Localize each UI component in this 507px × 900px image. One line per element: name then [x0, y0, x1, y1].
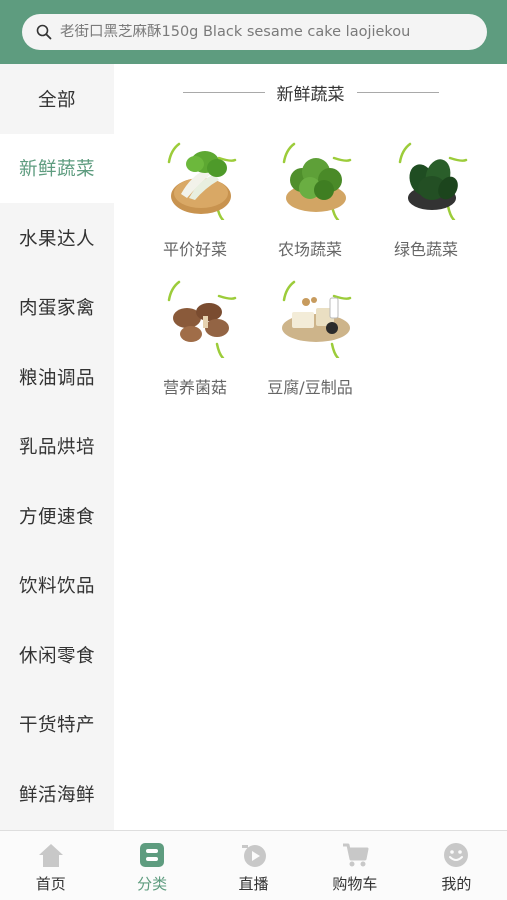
cart-icon [342, 843, 369, 867]
spinach-image [398, 142, 468, 220]
divider [182, 91, 265, 93]
tab-category[interactable]: 分类 [101, 831, 202, 900]
sidebar-item-seafood[interactable]: 鲜活海鲜 [0, 759, 114, 829]
sidebar-item-drinks[interactable]: 饮料饮品 [0, 551, 114, 621]
category-content: 新鲜蔬菜 平价好菜 农场蔬菜 绿色蔬菜 营养菌菇 豆腐/豆制品 [114, 64, 507, 830]
category-label: 绿色蔬菜 [393, 240, 458, 259]
section-heading: 新鲜蔬菜 [114, 80, 507, 105]
sidebar-item-snacks[interactable]: 休闲零食 [0, 620, 114, 690]
tab-label: 我的 [441, 875, 472, 893]
mushrooms-image [167, 280, 237, 358]
tab-cart[interactable]: 购物车 [304, 831, 405, 900]
sidebar-item-grain-oil-seasoning[interactable]: 粮油调品 [0, 342, 114, 412]
category-tile[interactable]: 营养菌菇 [139, 278, 251, 408]
category-icon [140, 843, 165, 867]
tab-label: 首页 [35, 875, 66, 893]
profile-icon [444, 843, 469, 867]
home-icon [38, 844, 63, 867]
live-icon [241, 845, 266, 867]
category-sidebar: 全部 新鲜蔬菜 水果达人 肉蛋家禽 粮油调品 乳品烘培 方便速食 饮料饮品 休闲… [0, 64, 114, 830]
category-label: 营养菌菇 [162, 378, 227, 397]
header-bar [0, 0, 507, 64]
category-label: 平价好菜 [162, 240, 227, 259]
tab-live[interactable]: 直播 [203, 831, 304, 900]
greens-basket-image [282, 142, 352, 220]
sidebar-item-meat-eggs-poultry[interactable]: 肉蛋家禽 [0, 273, 114, 343]
sidebar-item-fruits[interactable]: 水果达人 [0, 203, 114, 273]
tab-label: 直播 [238, 875, 269, 893]
divider [356, 91, 439, 93]
tab-profile[interactable]: 我的 [406, 831, 507, 900]
tofu-image [282, 280, 352, 358]
sidebar-item-instant-food[interactable]: 方便速食 [0, 481, 114, 551]
category-tile[interactable]: 农场蔬菜 [254, 140, 366, 270]
tab-label: 分类 [137, 875, 168, 893]
category-label: 豆腐/豆制品 [267, 378, 353, 397]
category-tile[interactable]: 绿色蔬菜 [370, 140, 482, 270]
category-tile[interactable]: 豆腐/豆制品 [254, 278, 366, 408]
tab-home[interactable]: 首页 [0, 831, 101, 900]
sidebar-item-fresh-vegetables[interactable]: 新鲜蔬菜 [0, 133, 114, 203]
search-icon [36, 24, 52, 40]
bok-choy-image [167, 142, 237, 220]
category-tile[interactable]: 平价好菜 [139, 140, 251, 270]
category-label: 农场蔬菜 [277, 240, 342, 259]
sidebar-item-dairy-bakery[interactable]: 乳品烘培 [0, 412, 114, 482]
search-input[interactable] [60, 24, 480, 40]
bottom-tab-bar: 首页 分类 直播 购物车 我的 [0, 830, 507, 900]
sidebar-item-all[interactable]: 全部 [0, 64, 114, 134]
tab-label: 购物车 [332, 875, 378, 893]
search-bar[interactable] [22, 14, 487, 50]
sidebar-item-dried-goods[interactable]: 干货特产 [0, 690, 114, 760]
section-title: 新鲜蔬菜 [276, 84, 345, 105]
